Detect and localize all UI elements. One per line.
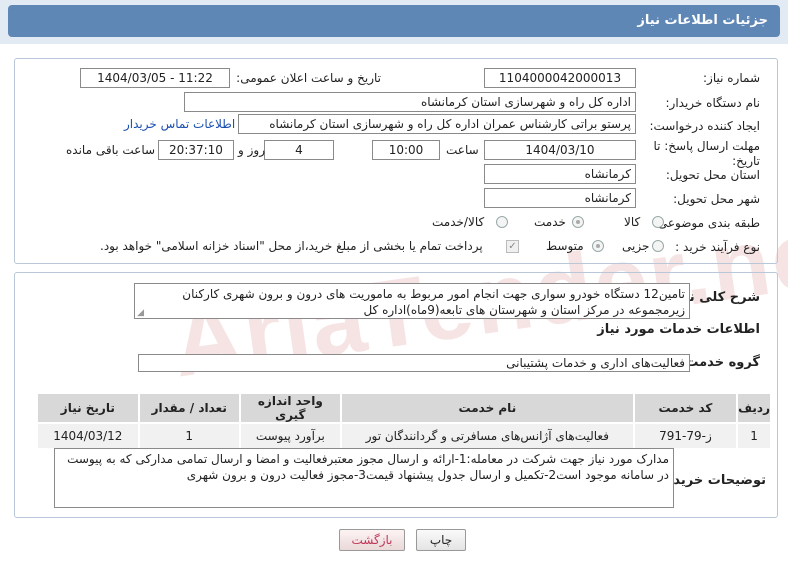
back-button[interactable]: بازگشت [339,529,405,551]
cell-service-code: ز-79-791 [632,422,739,450]
buyer-notes-textarea[interactable]: مدارک مورد نیاز جهت شرکت در معامله:1-ارا… [54,448,674,508]
process-option-medium: متوسط [546,239,584,253]
title-bar: جزئیات اطلاعات نیاز [0,0,788,44]
cell-need-date: 1404/03/12 [36,422,140,450]
city-field: کرمانشاه [484,188,636,208]
category-option-goods: کالا [624,215,641,229]
remaining-label: ساعت باقی مانده [66,143,156,157]
print-button[interactable]: چاپ [416,529,466,551]
need-number-label: شماره نیاز: [703,71,760,85]
page-title: جزئیات اطلاعات نیاز [8,5,780,37]
table-row: 1 ز-79-791 فعالیت‌های آژانس‌های مسافرتی … [36,422,772,450]
category-radio-both[interactable] [496,216,508,228]
buyer-org-label: نام دستگاه خریدار: [665,96,761,110]
category-radio-goods[interactable] [652,216,664,228]
deadline-label: مهلت ارسال پاسخ: تا تاریخ: [653,139,760,168]
buyer-contact-link[interactable]: اطلاعات تماس خریدار [124,117,235,131]
category-label: طبقه بندی موضوعی: [653,216,760,230]
category-option-both: کالا/خدمت [432,215,485,229]
remaining-time-field: 20:37:10 [158,140,234,160]
cell-quantity: 1 [137,422,241,450]
process-label: نوع فرآیند خرید : [675,240,760,254]
service-group-field: فعالیت‌های اداری و خدمات پشتیبانی [138,354,690,372]
process-radio-minor[interactable] [652,240,664,252]
col-header-date: تاریخ نیاز [36,392,140,424]
deadline-date-field: 1404/03/10 [484,140,636,160]
col-header-unit: واحد اندازه گیری [238,392,342,424]
service-group-label: گروه خدمت: [680,355,760,370]
col-header-name: نام خدمت [339,392,635,424]
category-radio-service[interactable] [572,216,584,228]
province-label: استان محل تحویل: [665,168,760,182]
services-section-title: اطلاعات خدمات مورد نیاز [597,322,760,337]
col-header-qty: تعداد / مقدار [137,392,241,424]
announce-field: 1404/03/05 - 11:22 [80,68,230,88]
city-label: شهر محل تحویل: [673,192,760,206]
col-header-row: ردیف [736,392,772,424]
cell-row-number: 1 [736,422,772,450]
services-table: ردیف کد خدمت نام خدمت واحد اندازه گیری ت… [36,392,772,450]
category-option-service: خدمت [534,215,566,229]
creator-label: ایجاد کننده درخواست: [649,119,760,133]
days-label: روز و [238,143,265,157]
cell-service-name: فعالیت‌های آژانس‌های مسافرتی و گردانندگا… [339,422,635,450]
province-field: کرمانشاه [484,164,636,184]
remaining-days-field: 4 [264,140,334,160]
col-header-code: کد خدمت [632,392,739,424]
summary-textarea[interactable]: تامین12 دستگاه خودرو سواری جهت انجام امو… [134,283,690,319]
process-option-minor: جزیی [622,239,650,253]
resize-handle-icon[interactable]: ◢ [136,309,144,318]
time-label: ساعت [446,143,479,157]
cell-unit: برآورد پیوست [238,422,342,450]
process-radio-medium[interactable] [592,240,604,252]
payment-note: پرداخت تمام یا بخشی از مبلغ خرید،از محل … [100,239,483,253]
need-number-field: 1104000042000013 [484,68,636,88]
announce-label: تاریخ و ساعت اعلان عمومی: [236,71,381,85]
buyer-org-field: اداره کل راه و شهرسازی استان کرمانشاه [184,92,636,112]
deadline-time-field: 10:00 [372,140,440,160]
creator-field: پرستو براتی کارشناس عمران اداره کل راه و… [238,114,636,134]
treasury-checkbox[interactable]: ✓ [506,240,519,253]
